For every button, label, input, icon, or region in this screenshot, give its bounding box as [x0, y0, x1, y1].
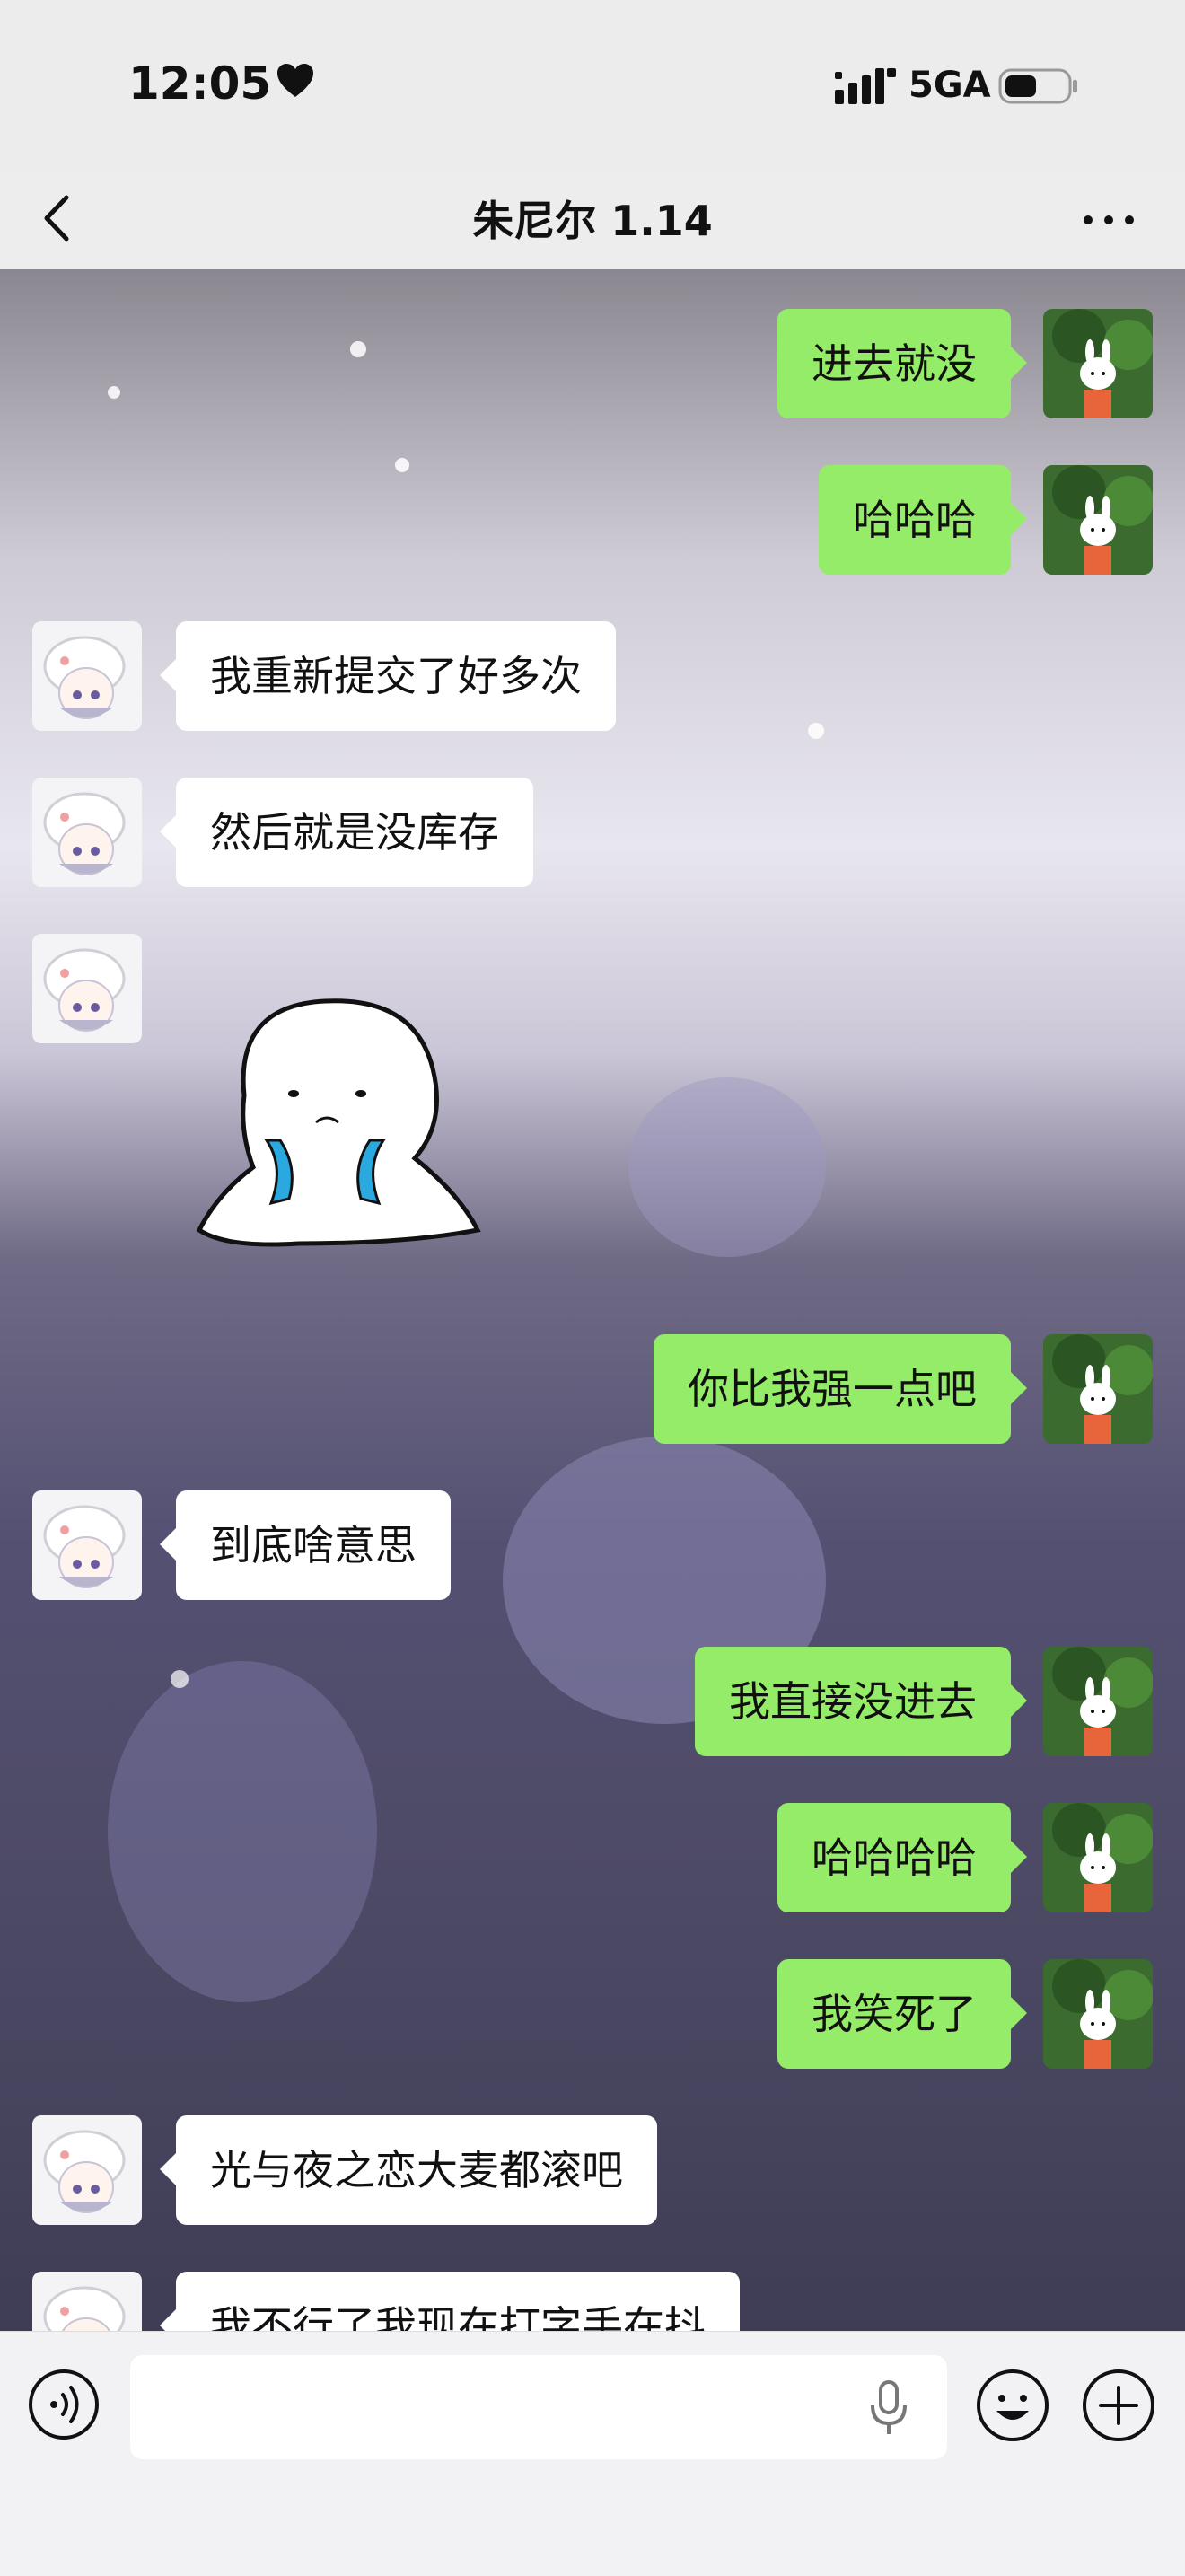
message-row: 我笑死了	[0, 1959, 1185, 2069]
signal-icon	[835, 68, 896, 104]
chat-title: 朱尼尔 1.14	[472, 197, 713, 245]
background-flower-shape	[628, 1077, 826, 1257]
bubble-tail	[160, 2309, 176, 2331]
message-bubble-sent[interactable]: 哈哈哈	[819, 465, 1011, 575]
more-dots-icon[interactable]	[1077, 198, 1140, 242]
message-row: 进去就没	[0, 309, 1185, 418]
message-input[interactable]	[130, 2355, 947, 2459]
bubble-tail	[1011, 503, 1027, 535]
my-avatar[interactable]	[1043, 1803, 1153, 1912]
contact-avatar[interactable]	[32, 2115, 142, 2225]
message-row: 哈哈哈哈	[0, 1803, 1185, 1912]
message-row: 然后就是没库存	[0, 778, 1185, 887]
plus-circle-icon[interactable]	[1081, 2368, 1156, 2443]
message-row: 你比我强一点吧	[0, 1334, 1185, 1444]
message-bubble-sent[interactable]: 哈哈哈哈	[777, 1803, 1011, 1912]
message-row: 我直接没进去	[0, 1647, 1185, 1756]
contact-avatar[interactable]	[32, 934, 142, 1043]
bubble-tail	[160, 659, 176, 691]
status-bar: 12:05 5GA	[0, 0, 1185, 171]
my-avatar[interactable]	[1043, 1334, 1153, 1444]
bubble-tail	[1011, 1841, 1027, 1873]
contact-avatar[interactable]	[32, 1490, 142, 1600]
message-bubble-sent[interactable]: 你比我强一点吧	[654, 1334, 1011, 1444]
contact-avatar[interactable]	[32, 621, 142, 731]
contact-avatar[interactable]	[32, 2272, 142, 2331]
battery-icon	[998, 68, 1077, 104]
network-label: 5GA	[908, 65, 991, 106]
crying-ghost-sticker[interactable]	[190, 988, 487, 1257]
bubble-tail	[1011, 1684, 1027, 1717]
message-bubble-sent[interactable]: 我笑死了	[777, 1959, 1011, 2069]
bubble-tail	[1011, 1372, 1027, 1404]
voice-wave-icon[interactable]	[27, 2368, 101, 2441]
contact-avatar[interactable]	[32, 778, 142, 887]
message-row: 光与夜之恋大麦都滚吧	[0, 2115, 1185, 2225]
status-time: 12:05	[128, 57, 272, 110]
message-row: 到底啥意思	[0, 1490, 1185, 1600]
bubble-tail	[1011, 1997, 1027, 2029]
my-avatar[interactable]	[1043, 465, 1153, 575]
message-bubble-sent[interactable]: 进去就没	[777, 309, 1011, 418]
message-row: 哈哈哈	[0, 465, 1185, 575]
bubble-tail	[160, 1528, 176, 1561]
chat-area[interactable]: 进去就没 哈哈哈 我重新提交了好多次 然后就是没库存 你比我强一点吧 到底啥意思…	[0, 269, 1185, 2331]
message-bubble-received[interactable]: 我不行了我现在打字手在抖	[176, 2272, 740, 2331]
bubble-tail	[160, 2153, 176, 2185]
message-bubble-received[interactable]: 然后就是没库存	[176, 778, 533, 887]
bubble-tail	[160, 815, 176, 848]
message-row: 我不行了我现在打字手在抖	[0, 2272, 1185, 2331]
my-avatar[interactable]	[1043, 309, 1153, 418]
microphone-icon[interactable]	[862, 2377, 916, 2440]
bubble-tail	[1011, 347, 1027, 379]
message-row: 我重新提交了好多次	[0, 621, 1185, 731]
input-bar	[0, 2331, 1185, 2576]
message-bubble-received[interactable]: 光与夜之恋大麦都滚吧	[176, 2115, 657, 2225]
message-bubble-sent[interactable]: 我直接没进去	[695, 1647, 1011, 1756]
heart-icon	[277, 64, 313, 97]
message-row	[0, 934, 1185, 1043]
message-bubble-received[interactable]: 我重新提交了好多次	[176, 621, 616, 731]
smiley-icon[interactable]	[975, 2368, 1050, 2443]
my-avatar[interactable]	[1043, 1647, 1153, 1756]
chat-header: 朱尼尔 1.14	[0, 171, 1185, 270]
my-avatar[interactable]	[1043, 1959, 1153, 2069]
message-bubble-received[interactable]: 到底啥意思	[176, 1490, 451, 1600]
